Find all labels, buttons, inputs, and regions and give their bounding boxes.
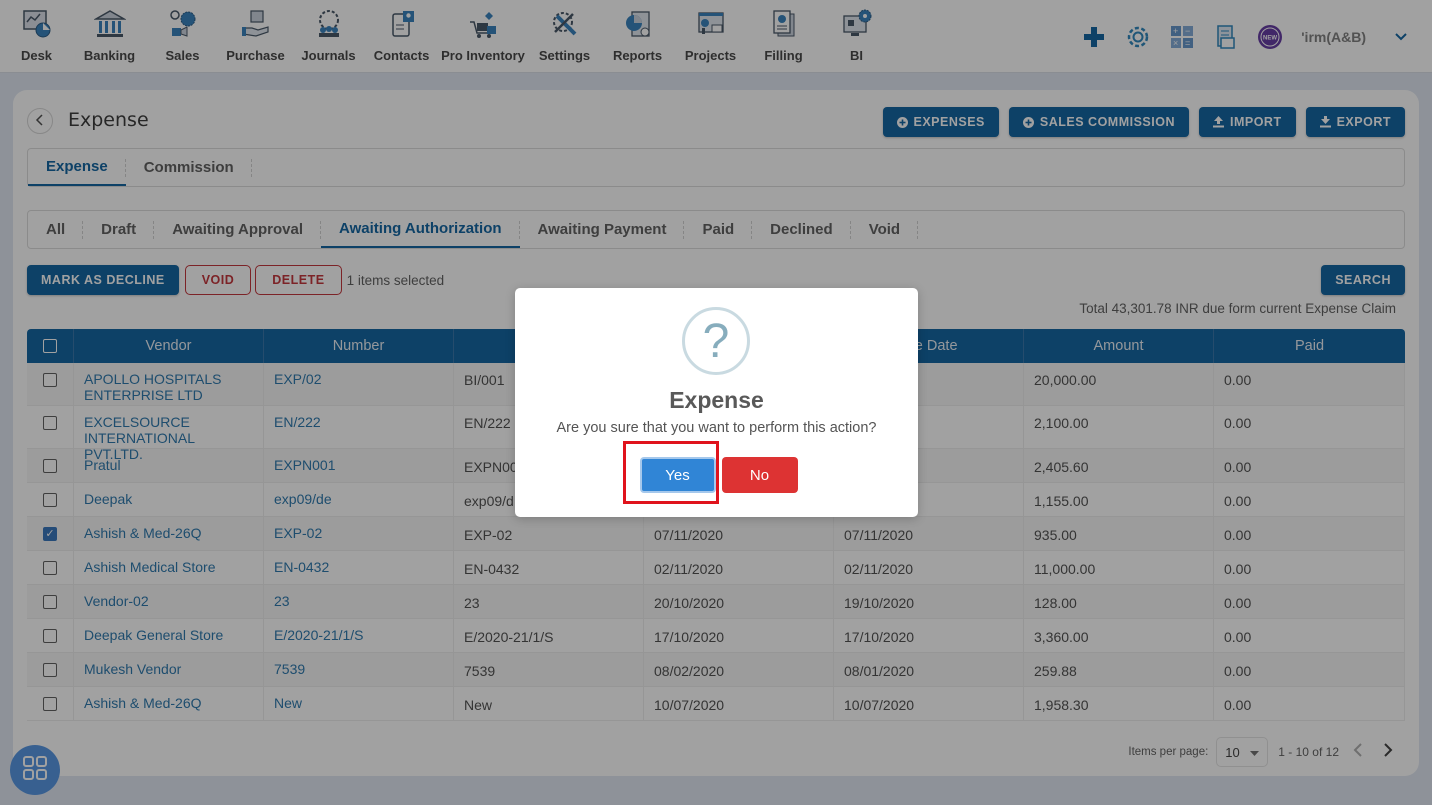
dialog-message: Are you sure that you want to perform th… bbox=[556, 420, 877, 436]
confirm-dialog: ? Expense Are you sure that you want to … bbox=[515, 288, 918, 517]
yes-button-wrapper: Yes bbox=[622, 441, 719, 504]
dialog-actions: Yes No bbox=[515, 441, 918, 504]
no-button[interactable]: No bbox=[721, 457, 798, 493]
dialog-title: Expense bbox=[669, 387, 764, 413]
question-icon: ? bbox=[682, 307, 750, 375]
yes-button[interactable]: Yes bbox=[639, 457, 716, 493]
